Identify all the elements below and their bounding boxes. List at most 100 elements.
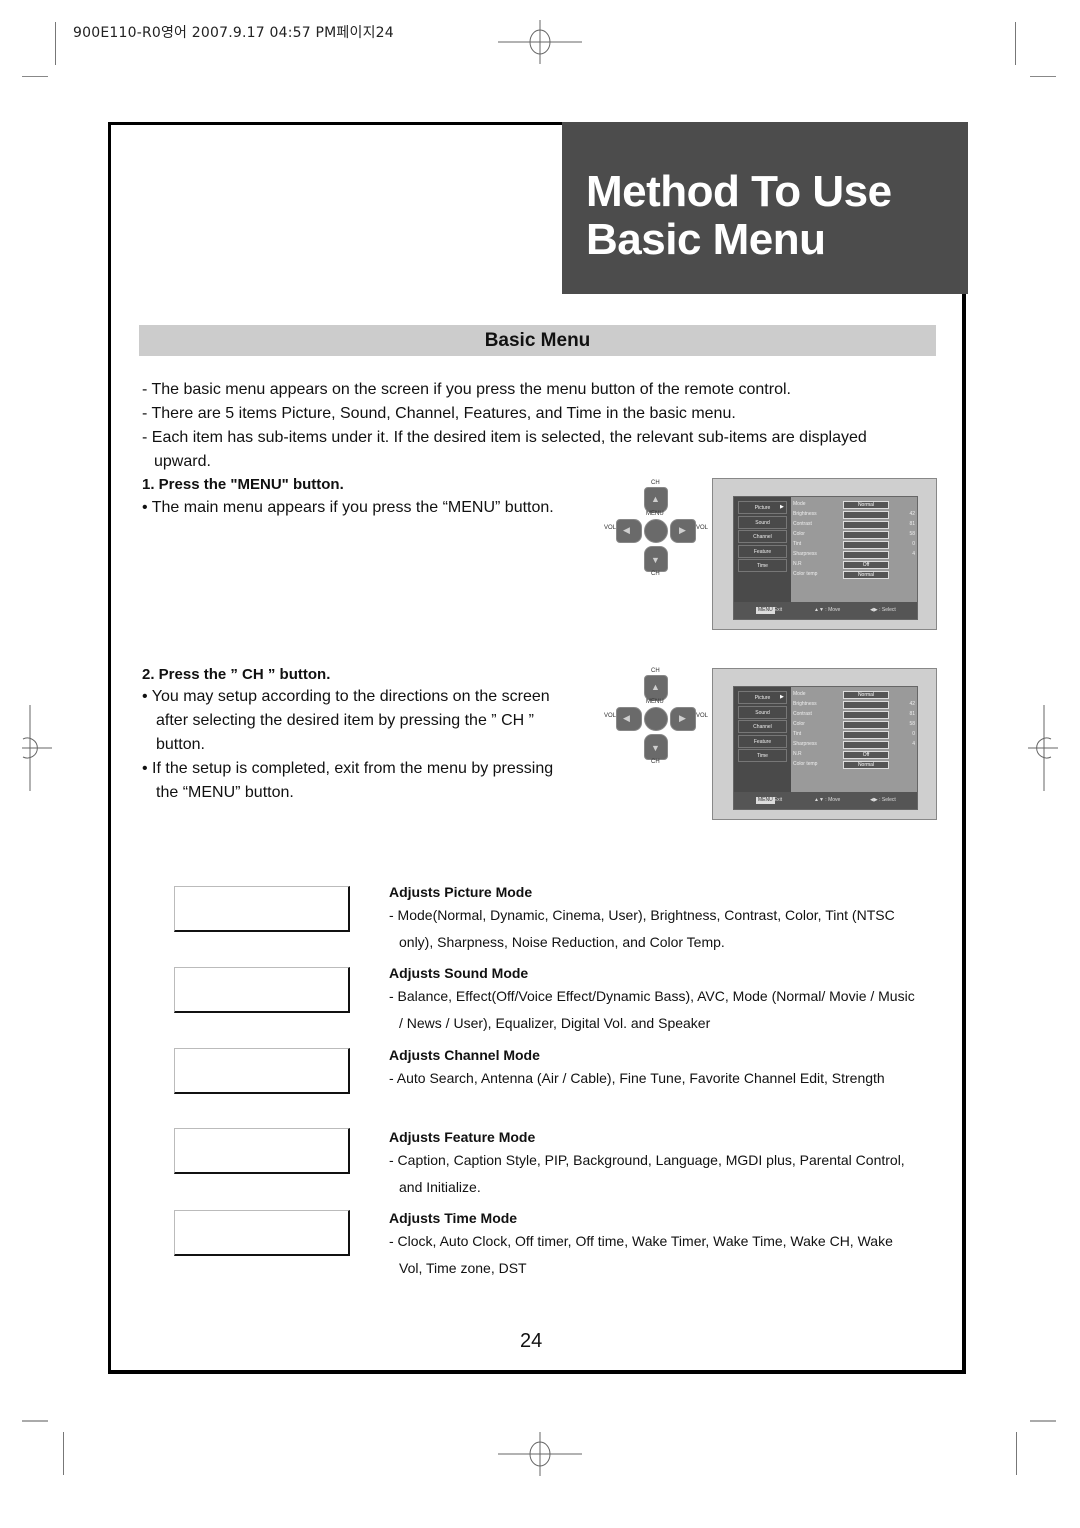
tv-setting-row[interactable]: Contrast 81 [793, 520, 915, 530]
tv-menu-item[interactable]: Feature [738, 734, 787, 748]
intro-line: - The basic menu appears on the screen i… [142, 381, 791, 398]
tv-setting-bar: Normal [843, 691, 889, 699]
tv-setting-row[interactable]: Color temp Normal [793, 760, 913, 770]
tv-setting-row[interactable]: Color 58 [793, 530, 915, 540]
tv-setting-label: Color [793, 721, 805, 727]
tv-menu-item[interactable]: Sound [738, 705, 787, 719]
step-bullet: • The main menu appears if you press the… [142, 499, 554, 516]
menu-button[interactable] [644, 519, 668, 543]
page-title-line1: Method To Use [586, 167, 892, 216]
vol-down-button[interactable]: ◀ [616, 519, 642, 543]
tv-setting-bar [843, 711, 889, 719]
tv-setting-label: Mode [793, 691, 806, 697]
tv-setting-row[interactable]: Mode Normal [793, 690, 913, 700]
tv-setting-bar [843, 531, 889, 539]
tv-setting-label: Sharpness [793, 551, 817, 557]
vol-up-button[interactable]: ▶ [670, 707, 696, 731]
arrow-left-icon: ◀ [623, 525, 630, 535]
tv-settings-panel: Mode Normal Brightness 42 Contrast 81 Color 58 T… [791, 497, 917, 602]
tv-setting-value: 81 [909, 521, 915, 527]
step-bullet: • If the setup is completed, exit from t… [142, 760, 554, 801]
sub-item-description-picture: Adjusts Picture Mode - Mode(Normal, Dyna… [389, 882, 919, 956]
tv-setting-bar [843, 741, 889, 749]
tv-setting-value: 58 [909, 721, 915, 727]
move-hint: ▲▼ : Move [814, 797, 841, 803]
sub-item-text: - Mode(Normal, Dynamic, Cinema, User), B… [389, 907, 895, 950]
tv-setting-bar [843, 521, 889, 529]
vol-down-button[interactable]: ◀ [616, 707, 642, 731]
tv-setting-label: Contrast [793, 711, 812, 717]
remote-control-diagram: CH ▲ MENU VOL ◀ ▶ VOL ▼ CH [600, 665, 710, 777]
tv-setting-row[interactable]: Brightness 42 [793, 510, 915, 520]
ch-label: CH [651, 759, 660, 765]
tv-setting-bar [843, 511, 889, 519]
sub-item-heading: Adjusts Sound Mode [389, 965, 529, 981]
arrow-down-icon: ▼ [651, 555, 660, 565]
tv-setting-label: Sharpness [793, 741, 817, 747]
step-1: 1. Press the "MENU" button. • The main m… [142, 476, 582, 520]
tv-setting-row[interactable]: N.R Off [793, 750, 913, 760]
tv-setting-label: Tint [793, 541, 802, 547]
tv-setting-row[interactable]: Sharpness 4 [793, 550, 915, 560]
tv-setting-value: 81 [909, 711, 915, 717]
sub-item-box-sound [174, 967, 350, 1013]
intro-line: - There are 5 items Picture, Sound, Chan… [142, 405, 736, 422]
sub-item-box-picture [174, 886, 350, 932]
print-header: 900E110-R0영어 2007.9.17 04:57 PM페이지24 [73, 25, 394, 41]
tv-setting-bar: Normal [843, 571, 889, 579]
vol-up-button[interactable]: ▶ [670, 519, 696, 543]
crop-mark [22, 1420, 48, 1422]
tv-menu-item[interactable]: Time [738, 749, 787, 762]
step-bullet: • You may setup according to the directi… [142, 688, 550, 753]
tv-footer: MENU: Exit ▲▼ : Move ◀▶ : Select [734, 602, 917, 619]
sub-item-description-feature: Adjusts Feature Mode - Caption, Caption … [389, 1127, 919, 1201]
vol-label: VOL [696, 713, 709, 719]
selected-arrow-icon: ▶ [780, 504, 784, 510]
menu-button[interactable] [644, 707, 668, 731]
ch-down-button[interactable]: ▼ [644, 734, 668, 760]
crop-mark [1030, 1420, 1056, 1422]
registration-mark-icon [498, 20, 582, 64]
tv-setting-row[interactable]: Mode Normal [793, 500, 913, 510]
sub-item-text: - Balance, Effect(Off/Voice Effect/Dynam… [389, 988, 915, 1031]
intro-text: - The basic menu appears on the screen i… [142, 378, 942, 474]
tv-menu-item[interactable]: Time [738, 559, 787, 572]
tv-setting-bar [843, 541, 889, 549]
tv-setting-row[interactable]: N.R Off [793, 560, 913, 570]
ch-up-button[interactable]: ▲ [644, 675, 668, 701]
tv-setting-row[interactable]: Sharpness 4 [793, 740, 915, 750]
sub-item-text: - Auto Search, Antenna (Air / Cable), Fi… [389, 1070, 885, 1086]
sub-item-heading: Adjusts Time Mode [389, 1210, 518, 1226]
tv-setting-row[interactable]: Brightness 42 [793, 700, 915, 710]
crop-mark [1015, 22, 1016, 65]
sub-item-text: - Caption, Caption Style, PIP, Backgroun… [389, 1152, 905, 1195]
move-hint: ▲▼ : Move [814, 607, 841, 613]
exit-hint: : Exit [771, 607, 783, 613]
ch-up-button[interactable]: ▲ [644, 487, 668, 513]
remote-control-diagram: CH ▲ MENU VOL ◀ ▶ VOL ▼ CH [600, 477, 710, 589]
tv-setting-row[interactable]: Tint 0 [793, 540, 915, 550]
tv-menu-screen: Picture ▶ Sound Channel Feature Time Mode Norma… [712, 668, 937, 820]
tv-setting-value: 42 [909, 701, 915, 707]
crop-mark [1030, 76, 1056, 77]
sub-item-heading: Adjusts Picture Mode [389, 884, 533, 900]
tv-setting-row[interactable]: Contrast 81 [793, 710, 915, 720]
page-number: 24 [520, 1330, 543, 1352]
step-title: 2. Press the ” CH ” button. [142, 666, 331, 683]
tv-setting-label: Color [793, 531, 805, 537]
tv-setting-bar: Normal [843, 501, 889, 509]
registration-mark-icon [1028, 705, 1058, 791]
tv-setting-row[interactable]: Color 58 [793, 720, 915, 730]
tv-setting-row[interactable]: Color temp Normal [793, 570, 913, 580]
tv-setting-row[interactable]: Tint 0 [793, 730, 915, 740]
ch-down-button[interactable]: ▼ [644, 546, 668, 572]
tv-menu-item[interactable]: Sound [738, 515, 787, 529]
tv-menu-item[interactable]: Feature [738, 544, 787, 558]
tv-setting-bar: Normal [843, 761, 889, 769]
tv-menu-item[interactable]: Channel [738, 720, 787, 733]
tv-menu-item[interactable]: Channel [738, 530, 787, 543]
crop-mark [55, 22, 56, 65]
select-hint: ◀▶ : Select [870, 607, 896, 613]
tv-setting-bar: Off [843, 751, 889, 759]
tv-setting-bar: Off [843, 561, 889, 569]
